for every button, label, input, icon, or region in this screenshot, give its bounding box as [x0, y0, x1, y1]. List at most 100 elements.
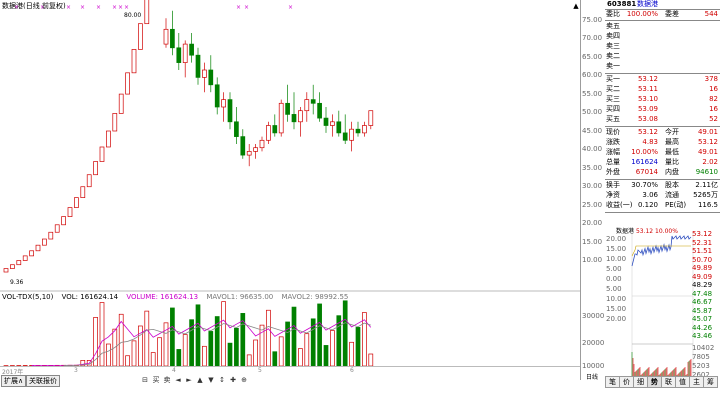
- intraday-header: 数据港 53.12 10.00%: [616, 226, 678, 235]
- minimize-tool-icon[interactable]: ⊟: [140, 375, 150, 385]
- intraday-right-tick: 47.48: [692, 289, 713, 298]
- stat-value: 3.06: [642, 191, 658, 199]
- candle-body: [86, 174, 92, 188]
- stat-label: 收益(一): [606, 201, 633, 209]
- buy-label: 买二: [606, 85, 620, 93]
- zoom-in-icon[interactable]: ▲: [195, 375, 205, 385]
- price-tick: 75.00: [582, 16, 603, 24]
- volume-bar: [106, 343, 111, 367]
- intraday-right-tick: 49.09: [692, 272, 713, 281]
- volume-bar: [298, 348, 303, 367]
- tab-link[interactable]: 联: [661, 376, 676, 388]
- tab-price[interactable]: 价: [619, 376, 634, 388]
- volume-bar: [272, 351, 278, 367]
- candle-body: [42, 238, 47, 246]
- stat-label: 内盘: [665, 168, 679, 176]
- buy-row[interactable]: 买一 53.12 378: [605, 75, 720, 84]
- price-tick: 55.00: [582, 90, 603, 98]
- tab-main[interactable]: 主: [689, 376, 704, 388]
- candle-body: [291, 114, 297, 123]
- intraday-left-tick: 5.00: [606, 265, 622, 273]
- buy-volume: 52: [709, 115, 718, 123]
- volume-bar: [150, 352, 156, 367]
- buy-row[interactable]: 买二 53.11 16: [605, 85, 720, 94]
- scroll-left-icon[interactable]: ◄: [173, 375, 183, 385]
- sell-row[interactable]: 卖四: [605, 32, 720, 41]
- volume-bar: [202, 345, 207, 367]
- candlestick-chart[interactable]: × × × × × × × × × × ×: [0, 0, 580, 292]
- tab-value[interactable]: 值: [675, 376, 690, 388]
- buy-price: 53.11: [637, 85, 658, 93]
- stat-label: 涨跌: [606, 138, 620, 146]
- quote-tabs: 笔 价 细 势 联 值 主 筹: [605, 376, 720, 388]
- intraday-change: 10.00%: [655, 228, 678, 235]
- sell-row[interactable]: 卖二: [605, 52, 720, 61]
- sell-label: 卖二: [606, 52, 620, 60]
- date-label-april: 4: [172, 367, 176, 374]
- candle-body: [35, 244, 41, 252]
- buy-row[interactable]: 买五 53.08 52: [605, 115, 720, 124]
- tab-trades[interactable]: 笔: [605, 376, 620, 388]
- crosshair-icon[interactable]: ✚: [228, 375, 238, 385]
- intraday-price: 53.12: [635, 228, 654, 235]
- candle-body: [246, 151, 252, 156]
- volume-bar: [99, 302, 105, 367]
- price-tick: 65.00: [582, 53, 603, 61]
- buy-tool-icon[interactable]: 买: [151, 375, 161, 385]
- stat-value: 161624: [631, 158, 658, 166]
- intraday-left-tick: 20.00: [606, 315, 627, 323]
- volume-chart[interactable]: [0, 292, 580, 374]
- candle-body: [48, 231, 54, 240]
- volume-bar: [349, 341, 354, 367]
- resize-icon[interactable]: ↕: [217, 375, 227, 385]
- volume-bar: [246, 354, 252, 367]
- intraday-volume-tick: 5203: [692, 362, 710, 370]
- intraday-right-tick: 44.26: [692, 323, 713, 332]
- volume-bar: [317, 303, 322, 367]
- sell-label: 卖四: [606, 32, 620, 40]
- candle-body: [138, 23, 143, 50]
- signal-marker: ×: [124, 4, 129, 11]
- sell-label: 卖五: [606, 22, 620, 30]
- candle-body: [227, 99, 233, 123]
- sell-row[interactable]: 卖三: [605, 42, 720, 51]
- intraday-right-tick: 45.87: [692, 306, 713, 315]
- vol-value: VOL: 161624.14: [61, 293, 119, 301]
- volume-bar: [131, 340, 137, 367]
- buy-row[interactable]: 买三 53.10 82: [605, 95, 720, 104]
- volume-bar: [182, 334, 188, 367]
- stat-value: 49.01: [697, 128, 718, 136]
- stat-label: 流通: [665, 191, 679, 199]
- volume-bar: [342, 300, 348, 367]
- tab-detail[interactable]: 细: [633, 376, 648, 388]
- buy-row[interactable]: 买四 53.09 16: [605, 105, 720, 114]
- intraday-left-tick: 15.00: [606, 305, 627, 313]
- intraday-left-tick: 0.00: [606, 275, 622, 283]
- price-tick: 40.00: [582, 145, 603, 153]
- price-tick: 10.00: [582, 256, 603, 264]
- candle-body: [10, 264, 15, 269]
- tab-chips[interactable]: 筹: [703, 376, 718, 388]
- volume-bar: [227, 342, 233, 367]
- expand-button[interactable]: 扩展∧: [1, 375, 27, 387]
- sell-row[interactable]: 卖一: [605, 62, 720, 71]
- stat-label: 涨幅: [606, 148, 620, 156]
- sell-row[interactable]: 卖五: [605, 22, 720, 31]
- candle-body: [93, 161, 98, 176]
- period-label: 日线: [586, 374, 599, 381]
- zoom-out-icon[interactable]: ▼: [206, 375, 216, 385]
- scroll-right-icon[interactable]: ►: [184, 375, 194, 385]
- stat-value: 4.83: [642, 138, 658, 146]
- add-indicator-icon[interactable]: ⊕: [239, 375, 249, 385]
- intraday-volume-tick: 7805: [692, 353, 710, 361]
- tab-trend[interactable]: 势: [647, 376, 662, 388]
- sell-tool-icon[interactable]: 卖: [162, 375, 172, 385]
- buy-price: 53.09: [637, 105, 658, 113]
- high-price-marker: 80.00: [124, 12, 142, 19]
- candle-body: [221, 99, 226, 108]
- related-quote-button[interactable]: 关联报价: [26, 375, 60, 387]
- volume-bar: [304, 333, 310, 367]
- price-tick: 45.00: [582, 127, 603, 135]
- volume-bar: [355, 327, 361, 367]
- scroll-up-icon[interactable]: ▲: [572, 2, 580, 10]
